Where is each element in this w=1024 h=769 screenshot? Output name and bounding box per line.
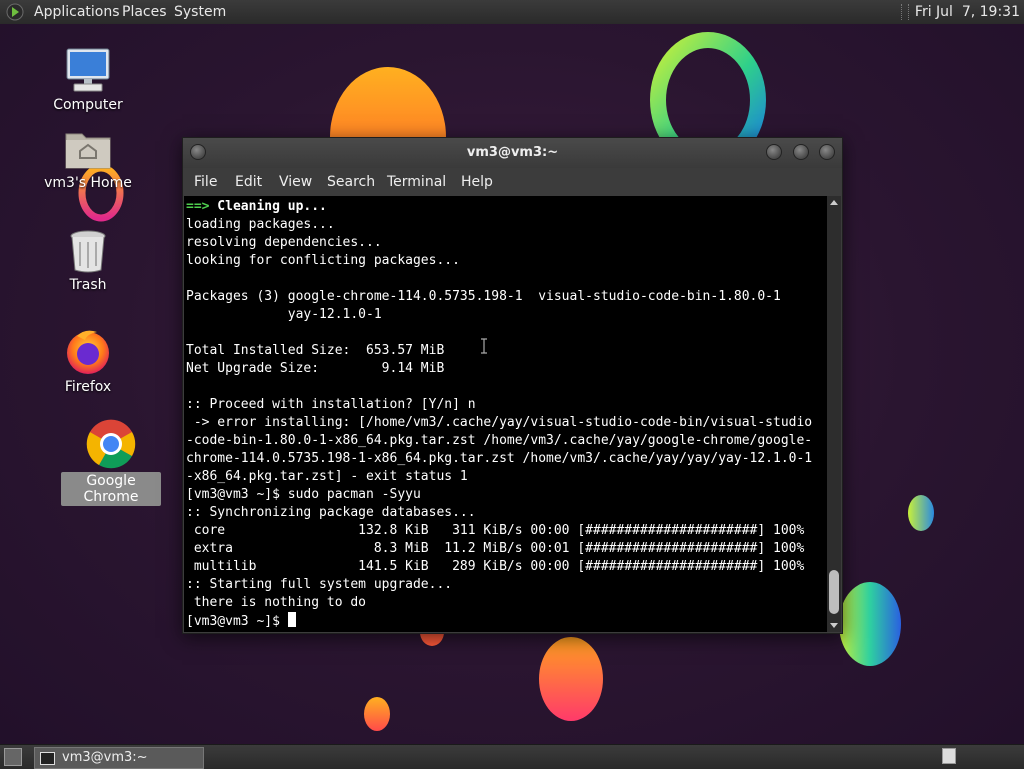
terminal-line: multilib 141.5 KiB 289 KiB/s 00:00 [####…	[186, 558, 805, 576]
menu-terminal[interactable]: Terminal	[387, 174, 446, 190]
terminal-line-text: [vm3@vm3 ~]$ sudo pacman -Syyu	[186, 487, 421, 502]
terminal-line: [vm3@vm3 ~]$	[186, 612, 296, 630]
terminal-menubar: File Edit View Search Terminal Help	[183, 168, 842, 196]
terminal-output[interactable]: ==> Cleaning up... loading packages... res…	[184, 196, 827, 632]
terminal-line: ==> Cleaning up...	[186, 198, 327, 216]
terminal-line-text: :: Starting full system upgrade...	[186, 577, 453, 592]
desktop-icon-chrome[interactable]: Google Chrome	[61, 418, 161, 506]
clock[interactable]: Fri Jul 7, 19:31	[915, 4, 1020, 20]
small-orange-blob-shape	[364, 697, 390, 731]
distro-logo-icon[interactable]	[6, 3, 24, 21]
bottom-panel: vm3@vm3:~	[0, 744, 1024, 769]
desktop-icon-computer[interactable]: Computer	[38, 46, 138, 114]
terminal-line: core 132.8 KiB 311 KiB/s 00:00 [########…	[186, 522, 805, 540]
terminal-line: :: Synchronizing package databases...	[186, 504, 476, 522]
terminal-line-text: there is nothing to do	[186, 595, 367, 610]
scroll-up-icon[interactable]	[830, 200, 838, 205]
window-title: vm3@vm3:~	[466, 145, 559, 160]
maximize-button[interactable]	[793, 144, 809, 160]
workspace-switcher[interactable]	[942, 748, 956, 764]
terminal-line: -> error installing: [/home/vm3/.cache/y…	[186, 414, 812, 432]
orange-blob-shape	[330, 67, 446, 147]
terminal-cursor	[287, 612, 296, 627]
terminal-line-text: multilib 141.5 KiB 289 KiB/s 00:00 [####…	[186, 559, 805, 574]
desktop-icon-label: vm3's Home	[44, 175, 132, 191]
menu-view[interactable]: View	[279, 174, 312, 190]
terminal-line: -code-bin-1.80.0-1-x86_64.pkg.tar.zst /h…	[186, 432, 812, 450]
desktop-icon-label: Google Chrome	[61, 472, 161, 506]
terminal-line-text: loading packages...	[186, 217, 335, 232]
terminal-line: -x86_64.pkg.tar.zst] - exit status 1	[186, 468, 468, 486]
terminal-line: yay-12.1.0-1	[186, 306, 382, 324]
terminal-line-text: -code-bin-1.80.0-1-x86_64.pkg.tar.zst /h…	[186, 433, 813, 448]
terminal-line-text: Total Installed Size: 653.57 MiB	[186, 343, 445, 358]
menu-search[interactable]: Search	[327, 174, 375, 190]
pink-blob-shape	[539, 637, 603, 721]
show-desktop-icon[interactable]	[4, 748, 22, 766]
terminal-line: [vm3@vm3 ~]$ sudo pacman -Syyu	[186, 486, 421, 504]
terminal-line: there is nothing to do	[186, 594, 366, 612]
window-titlebar[interactable]: vm3@vm3:~	[183, 138, 842, 168]
terminal-line-text: :: Proceed with installation? [Y/n] n	[186, 397, 476, 412]
terminal-line-text: Net Upgrade Size: 9.14 MiB	[186, 361, 445, 376]
computer-icon	[66, 48, 110, 92]
firefox-icon	[67, 330, 109, 374]
desktop-icon-label: Trash	[69, 277, 107, 293]
desktop-icon-trash[interactable]: Trash	[38, 228, 138, 294]
terminal-scrollbar[interactable]	[827, 196, 841, 632]
terminal-line: loading packages...	[186, 216, 335, 234]
terminal-line: resolving dependencies...	[186, 234, 382, 252]
desktop-icon-label: Computer	[53, 97, 123, 113]
desktop-icon-firefox[interactable]: Firefox	[38, 326, 138, 396]
menu-help[interactable]: Help	[461, 174, 493, 190]
terminal-line: extra 8.3 MiB 11.2 MiB/s 00:01 [########…	[186, 540, 805, 558]
terminal-line-text: [vm3@vm3 ~]$	[186, 614, 288, 629]
scroll-down-icon[interactable]	[830, 623, 838, 628]
scrollbar-thumb[interactable]	[829, 570, 839, 614]
chrome-icon	[86, 419, 136, 469]
terminal-line: :: Proceed with installation? [Y/n] n	[186, 396, 476, 414]
terminal-line: :: Starting full system upgrade...	[186, 576, 452, 594]
terminal-line-text: resolving dependencies...	[186, 235, 382, 250]
applications-menu[interactable]: Applications	[34, 0, 120, 24]
terminal-line-text: -> error installing: [/home/vm3/.cache/y…	[186, 415, 813, 430]
terminal-line-text: Cleaning up...	[209, 199, 327, 214]
taskbar-item-terminal[interactable]: vm3@vm3:~	[34, 747, 204, 769]
arrow-prefix: ==>	[186, 199, 210, 214]
terminal-line: looking for conflicting packages...	[186, 252, 460, 270]
terminal-line: chrome-114.0.5735.198-1-x86_64.pkg.tar.z…	[186, 450, 812, 468]
text-cursor-icon	[481, 338, 487, 354]
system-menu[interactable]: System	[174, 0, 226, 24]
terminal-line-text: extra 8.3 MiB 11.2 MiB/s 00:01 [########…	[186, 541, 805, 556]
trash-icon	[70, 230, 106, 273]
terminal-line: Net Upgrade Size: 9.14 MiB	[186, 360, 444, 378]
close-button[interactable]	[819, 144, 835, 160]
desktop-icon-home[interactable]: vm3's Home	[38, 128, 138, 192]
taskbar-item-label: vm3@vm3:~	[62, 750, 148, 765]
terminal-line-text: looking for conflicting packages...	[186, 253, 460, 268]
terminal-line: Packages (3) google-chrome-114.0.5735.19…	[186, 288, 781, 306]
minimize-button[interactable]	[766, 144, 782, 160]
menu-file[interactable]: File	[194, 174, 217, 190]
terminal-line-text: core 132.8 KiB 311 KiB/s 00:00 [########…	[186, 523, 805, 538]
terminal-line-text: yay-12.1.0-1	[186, 307, 382, 322]
menu-edit[interactable]: Edit	[235, 174, 262, 190]
terminal-line-text: Packages (3) google-chrome-114.0.5735.19…	[186, 289, 781, 304]
terminal-window[interactable]: vm3@vm3:~ File Edit View Search Terminal…	[182, 137, 843, 634]
terminal-line-text: chrome-114.0.5735.198-1-x86_64.pkg.tar.z…	[186, 451, 813, 466]
small-green-blob-shape	[908, 495, 934, 531]
large-green-blob-shape	[839, 582, 901, 666]
terminal-line-text: -x86_64.pkg.tar.zst] - exit status 1	[186, 469, 468, 484]
top-panel: Applications Places System Fri Jul 7, 19…	[0, 0, 1024, 25]
places-menu[interactable]: Places	[122, 0, 167, 24]
terminal-line: Total Installed Size: 653.57 MiB	[186, 342, 444, 360]
home-folder-icon	[65, 133, 111, 169]
terminal-icon	[40, 752, 55, 765]
terminal-line-text: :: Synchronizing package databases...	[186, 505, 476, 520]
panel-separator	[900, 4, 909, 20]
desktop-icon-label: Firefox	[64, 379, 112, 395]
green-ring-shape	[650, 32, 766, 138]
